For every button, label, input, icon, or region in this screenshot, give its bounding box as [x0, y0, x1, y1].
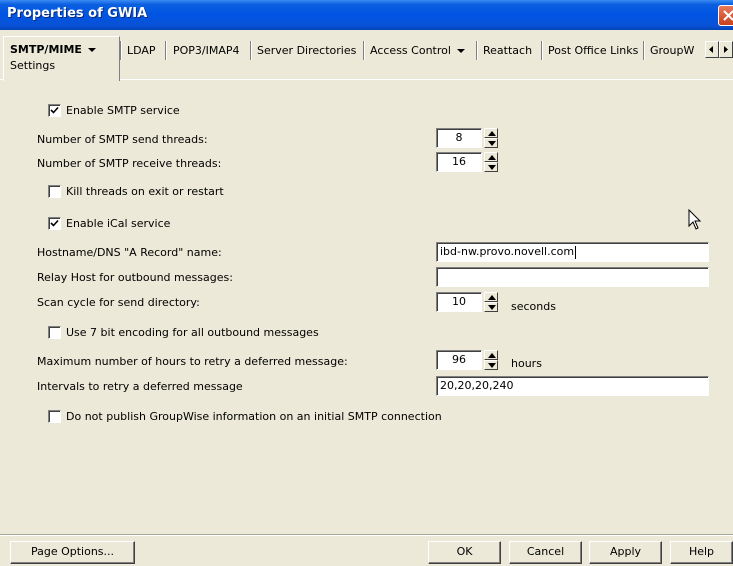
relay-host-label: Relay Host for outbound messages: [37, 271, 233, 284]
no-publish-checkbox[interactable] [48, 409, 61, 423]
seven-bit-checkbox[interactable] [48, 325, 61, 339]
spin-down-icon [488, 305, 496, 310]
enable-ical-label: Enable iCal service [66, 216, 171, 230]
apply-button[interactable]: Apply [589, 541, 662, 564]
kill-threads-label: Kill threads on exit or restart [66, 184, 224, 198]
cancel-button[interactable]: Cancel [509, 541, 582, 564]
tab-groupwise[interactable]: GroupW [644, 42, 704, 60]
dropdown-caret-icon[interactable] [87, 48, 96, 52]
max-retry-hours-label: Maximum number of hours to retry a defer… [37, 355, 348, 368]
no-publish-row: Do not publish GroupWise information on … [48, 408, 442, 424]
spin-down-button[interactable] [484, 360, 498, 370]
spin-up-icon [488, 295, 496, 300]
hostname-label: Hostname/DNS "A Record" name: [37, 246, 222, 259]
enable-smtp-label: Enable SMTP service [66, 103, 180, 117]
scan-cycle-label: Scan cycle for send directory: [37, 296, 200, 309]
tab-pop3-imap4[interactable]: POP3/IMAP4 [167, 42, 246, 60]
tab-reattach[interactable]: Reattach [477, 42, 538, 60]
spin-down-icon [488, 165, 496, 170]
receive-threads-spinner [484, 152, 498, 172]
close-icon [723, 10, 733, 21]
page-options-button[interactable]: Page Options... [10, 541, 135, 564]
kill-threads-row: Kill threads on exit or restart [48, 183, 224, 199]
seven-bit-label: Use 7 bit encoding for all outbound mess… [66, 325, 319, 339]
tab-separator [165, 41, 166, 60]
spin-down-button[interactable] [484, 302, 498, 312]
close-button[interactable] [718, 5, 733, 26]
enable-smtp-checkbox[interactable] [48, 103, 61, 117]
help-button[interactable]: Help [670, 541, 733, 564]
tab-smtp-mime[interactable]: SMTP/MIME Settings [3, 36, 120, 81]
enable-smtp-row: Enable SMTP service [48, 102, 180, 118]
spin-down-button[interactable] [484, 138, 498, 148]
no-publish-label: Do not publish GroupWise information on … [66, 409, 442, 423]
enable-ical-row: Enable iCal service [48, 215, 170, 231]
enable-ical-checkbox[interactable] [48, 216, 61, 230]
spin-up-button[interactable] [484, 152, 498, 162]
hostname-input[interactable]: ibd-nw.provo.novell.com [436, 242, 709, 262]
tab-ldap[interactable]: LDAP [121, 42, 162, 60]
spin-up-icon [488, 131, 496, 136]
checkmark-icon [50, 219, 59, 227]
max-retry-hours-input[interactable]: 96 [436, 350, 482, 370]
ok-button[interactable]: OK [428, 541, 501, 564]
retry-intervals-input[interactable]: 20,20,20,240 [436, 376, 709, 396]
checkmark-icon [50, 106, 59, 114]
receive-threads-input[interactable]: 16 [436, 152, 482, 172]
tab-scroll-arrows [705, 41, 733, 59]
spin-down-icon [488, 363, 496, 368]
tab-scroll-right-button[interactable] [719, 41, 733, 58]
spin-up-icon [488, 353, 496, 358]
title-bar: Properties of GWIA [0, 0, 733, 30]
scan-cycle-unit: seconds [511, 300, 556, 313]
tab-access-control[interactable]: Access Control [364, 42, 471, 60]
mouse-pointer-icon [688, 209, 702, 230]
max-retry-hours-spinner [484, 350, 498, 370]
tab-server-directories[interactable]: Server Directories [251, 42, 362, 60]
tab-access-control-label: Access Control [370, 44, 451, 57]
scroll-left-icon [709, 46, 713, 53]
receive-threads-label: Number of SMTP receive threads: [37, 157, 222, 170]
spin-down-icon [488, 141, 496, 146]
scan-cycle-input[interactable]: 10 [436, 292, 482, 312]
dropdown-caret-icon[interactable] [456, 49, 465, 53]
scan-cycle-spinner [484, 292, 498, 312]
spin-up-icon [488, 155, 496, 160]
seven-bit-row: Use 7 bit encoding for all outbound mess… [48, 324, 319, 340]
send-threads-input[interactable]: 8 [436, 128, 482, 148]
scroll-right-icon [724, 46, 728, 53]
tab-smtp-mime-label: SMTP/MIME [10, 43, 82, 56]
tab-smtp-mime-sublabel: Settings [10, 59, 56, 72]
window-title: Properties of GWIA [7, 6, 148, 21]
retry-intervals-label: Intervals to retry a deferred message [37, 380, 243, 393]
spin-up-button[interactable] [484, 350, 498, 360]
relay-host-input[interactable] [436, 267, 709, 287]
kill-threads-checkbox[interactable] [48, 184, 61, 198]
spin-up-button[interactable] [484, 128, 498, 138]
hostname-value: ibd-nw.provo.novell.com [440, 245, 575, 258]
max-retry-hours-unit: hours [511, 357, 542, 370]
send-threads-spinner [484, 128, 498, 148]
tab-scroll-left-button[interactable] [705, 41, 719, 58]
send-threads-label: Number of SMTP send threads: [37, 133, 208, 146]
tab-post-office-links[interactable]: Post Office Links [542, 42, 644, 60]
text-caret [575, 245, 577, 259]
spin-up-button[interactable] [484, 292, 498, 302]
spin-down-button[interactable] [484, 162, 498, 172]
